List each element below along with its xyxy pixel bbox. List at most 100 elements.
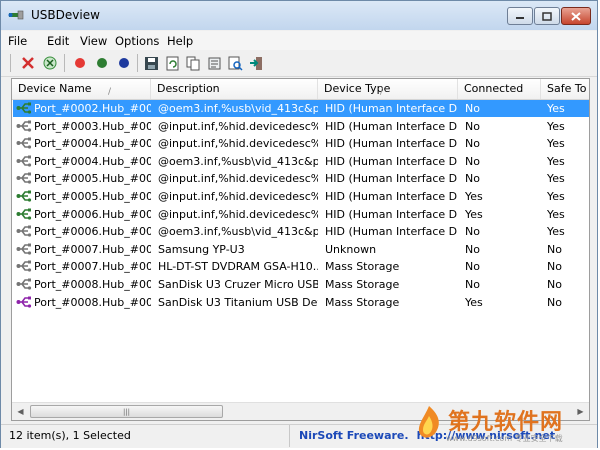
description-cell: @oem3.inf,%usb\vid_413c&p... (158, 154, 318, 168)
table-row[interactable]: Port_#0006.Hub_#0001 @input.inf,%hid.devi… (13, 206, 589, 223)
exit-button[interactable] (247, 54, 265, 72)
description-cell: HL-DT-ST DVDRAM GSA-H10... (158, 260, 318, 274)
usb-device-icon (16, 208, 32, 220)
nirsoft-url[interactable]: http://www.nirsoft.net (417, 429, 556, 442)
device-name-cell: Port_#0006.Hub_#0001 (34, 207, 151, 221)
table-row[interactable]: Port_#0005.Hub_#0001 @input.inf,%hid.devi… (13, 170, 589, 187)
refresh-button[interactable] (163, 54, 181, 72)
delete-button[interactable] (19, 54, 37, 72)
usb-device-icon (16, 120, 32, 132)
usb-device-icon (16, 172, 32, 184)
column-connected-label: Connected (464, 82, 524, 95)
properties-button[interactable] (205, 54, 223, 72)
toolbar-separator (137, 54, 138, 72)
column-safe-label: Safe To U (547, 82, 589, 95)
usb-app-icon (8, 10, 24, 20)
table-row[interactable]: Port_#0002.Hub_#0001 @oem3.inf,%usb\vid_4… (13, 100, 589, 117)
connected-cell: Yes (465, 295, 483, 309)
save-button[interactable] (142, 54, 160, 72)
connect-button[interactable] (93, 54, 111, 72)
connected-cell: No (465, 242, 480, 256)
delete-icon (22, 57, 34, 69)
blue-dot-button[interactable] (115, 54, 133, 72)
maximize-button[interactable] (534, 7, 560, 25)
toolbar (1, 50, 597, 77)
device-type-cell: Mass Storage (325, 260, 400, 274)
scroll-right-button[interactable]: ▶ (572, 403, 589, 420)
safe-to-unplug-cell: Yes (547, 119, 565, 133)
column-device-type[interactable]: Device Type / (318, 79, 458, 99)
horizontal-scrollbar[interactable]: ◀ ||| ▶ (12, 402, 589, 420)
column-header: Device Name / Description Device Type / Co… (12, 79, 589, 100)
safe-to-unplug-cell: Yes (547, 102, 565, 115)
table-row[interactable]: Port_#0008.Hub_#0002 SanDisk U3 Cruzer Mi… (13, 276, 589, 293)
connected-cell: No (465, 225, 480, 239)
copy-button[interactable] (184, 54, 202, 72)
device-name-cell: Port_#0002.Hub_#0001 (34, 102, 151, 115)
close-button[interactable] (561, 7, 591, 25)
table-row[interactable]: Port_#0007.Hub_#0002 HL-DT-ST DVDRAM GSA-… (13, 258, 589, 275)
menu-view[interactable]: View (80, 34, 107, 48)
minimize-button[interactable] (507, 7, 533, 25)
refresh-icon (166, 56, 178, 70)
table-row[interactable]: Port_#0008.Hub_#0002 SanDisk U3 Titanium … (13, 294, 589, 311)
menu-help[interactable]: Help (167, 34, 193, 48)
device-name-cell: Port_#0006.Hub_#0001 (34, 225, 151, 239)
find-button[interactable] (226, 54, 244, 72)
connected-cell: No (465, 137, 480, 151)
usb-device-icon (16, 296, 32, 308)
title-bar: USBDeview (1, 1, 597, 30)
table-row[interactable]: Port_#0004.Hub_#0001 @oem3.inf,%usb\vid_4… (13, 153, 589, 170)
column-description[interactable]: Description (151, 79, 318, 99)
device-name-cell: Port_#0005.Hub_#0001 (34, 172, 151, 186)
disconnect-button[interactable] (71, 54, 89, 72)
usb-device-icon (16, 278, 32, 290)
table-row[interactable]: Port_#0005.Hub_#0001 @input.inf,%hid.devi… (13, 188, 589, 205)
column-connected[interactable]: Connected (458, 79, 541, 99)
menu-edit[interactable]: Edit (47, 34, 69, 48)
nirsoft-link[interactable]: NirSoft Freeware. http://www.nirsoft.net (299, 425, 589, 447)
usb-device-icon (16, 225, 32, 237)
table-row[interactable]: Port_#0004.Hub_#0001 @input.inf,%hid.devi… (13, 135, 589, 152)
usb-device-icon (16, 137, 32, 149)
description-cell: @oem3.inf,%usb\vid_413c&p... (158, 102, 318, 115)
device-list[interactable]: Device Name / Description Device Type / Co… (11, 78, 590, 421)
description-cell: @input.inf,%hid.devicedesc%... (158, 172, 318, 186)
green-dot-icon (97, 58, 107, 68)
connected-cell: Yes (465, 190, 483, 203)
device-type-cell: HID (Human Interface D... (325, 137, 458, 151)
table-row[interactable]: Port_#0003.Hub_#0001 @input.inf,%hid.devi… (13, 118, 589, 135)
safe-to-unplug-cell: Yes (547, 190, 565, 203)
menu-bar: File Edit View Options Help (1, 31, 597, 50)
description-cell: @input.inf,%hid.devicedesc%... (158, 137, 318, 151)
device-type-cell: HID (Human Interface D... (325, 102, 458, 115)
description-cell: @oem3.inf,%usb\vid_413c&p... (158, 225, 318, 239)
menu-file[interactable]: File (8, 34, 27, 48)
safe-to-unplug-cell: Yes (547, 154, 565, 168)
column-device-name[interactable]: Device Name / (12, 79, 151, 99)
description-cell: SanDisk U3 Cruzer Micro USB ... (158, 278, 318, 291)
close-icon (571, 11, 581, 21)
table-row[interactable]: Port_#0007.Hub_#0001 Samsung YP-U3 Unknown… (13, 241, 589, 258)
maximize-icon (542, 11, 552, 21)
safe-to-unplug-cell: Yes (547, 172, 565, 186)
sort-indicator: / (380, 87, 384, 97)
description-cell: @input.inf,%hid.devicedesc%... (158, 190, 318, 203)
scroll-left-button[interactable]: ◀ (12, 403, 29, 420)
safe-to-unplug-cell: Yes (547, 137, 565, 151)
copy-icon (186, 56, 199, 70)
usb-device-icon (16, 243, 32, 255)
scroll-thumb[interactable]: ||| (30, 405, 223, 418)
table-row[interactable]: Port_#0006.Hub_#0001 @oem3.inf,%usb\vid_4… (13, 223, 589, 240)
column-description-label: Description (157, 82, 220, 95)
toolbar-separator (64, 54, 65, 72)
status-bar: 12 item(s), 1 Selected NirSoft Freeware.… (1, 424, 597, 448)
device-type-cell: HID (Human Interface D... (325, 172, 458, 186)
device-name-cell: Port_#0004.Hub_#0001 (34, 154, 151, 168)
device-type-cell: Mass Storage (325, 295, 400, 309)
menu-options[interactable]: Options (115, 34, 159, 48)
column-safe-to-unplug[interactable]: Safe To U (541, 79, 589, 99)
description-cell: SanDisk U3 Titanium USB Devi... (158, 295, 318, 309)
uninstall-button[interactable] (41, 54, 59, 72)
safe-to-unplug-cell: Yes (547, 207, 565, 221)
